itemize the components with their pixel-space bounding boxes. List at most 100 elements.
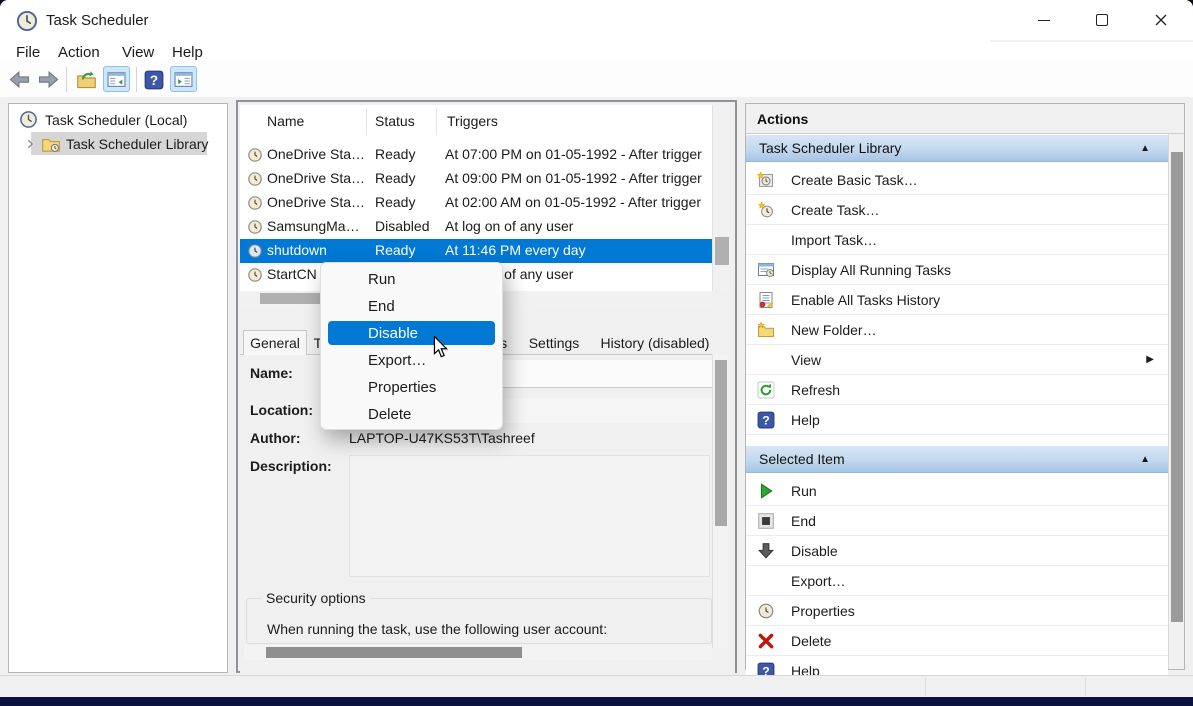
- task-context-menu: Run End Disable Export… Properties Delet…: [320, 262, 503, 430]
- svg-text:?: ?: [762, 413, 770, 427]
- scrollbar-thumb[interactable]: [715, 237, 729, 265]
- section-header-selected-item[interactable]: Selected Item ▲: [746, 446, 1168, 473]
- forward-button[interactable]: [36, 69, 60, 90]
- maximize-button[interactable]: [1079, 0, 1125, 40]
- action-create-task[interactable]: Create Task…: [746, 195, 1168, 225]
- security-options-group: Security options When running the task, …: [246, 598, 712, 644]
- close-icon: [1154, 13, 1168, 27]
- tree-item-root[interactable]: Task Scheduler (Local): [19, 108, 187, 131]
- app-clock-icon: [16, 10, 38, 32]
- toolbar: ?: [0, 63, 1193, 97]
- task-row[interactable]: OneDrive Sta… Ready At 07:00 PM on 01-05…: [240, 143, 712, 167]
- back-button[interactable]: [8, 69, 32, 90]
- tab-general[interactable]: General: [243, 330, 307, 355]
- close-button[interactable]: [1138, 0, 1184, 40]
- chevron-right-icon[interactable]: [23, 137, 37, 151]
- statusbar-separator: [1085, 678, 1086, 696]
- scrollbar-thumb[interactable]: [1171, 152, 1183, 622]
- context-properties[interactable]: Properties: [321, 374, 502, 401]
- context-end[interactable]: End: [321, 293, 502, 320]
- action-view[interactable]: View ▶: [746, 345, 1168, 375]
- properties-clock-icon: [757, 602, 775, 620]
- action-run[interactable]: Run: [746, 476, 1168, 506]
- show-console-tree-button[interactable]: [103, 66, 130, 92]
- task-scheduler-window: Task Scheduler File Action View Help: [0, 0, 1193, 706]
- column-header-name[interactable]: Name: [267, 113, 304, 129]
- action-new-folder[interactable]: New Folder…: [746, 315, 1168, 345]
- menu-action[interactable]: Action: [58, 44, 100, 61]
- description-label: Description:: [250, 458, 332, 474]
- collapse-icon[interactable]: ▲: [1140, 143, 1150, 154]
- scrollbar-thumb[interactable]: [266, 647, 522, 658]
- author-label: Author:: [250, 430, 301, 446]
- menu-view[interactable]: View: [122, 44, 154, 61]
- clock-icon: [247, 267, 263, 283]
- content-area: Task Scheduler (Local) Task Scheduler Li…: [0, 97, 1193, 675]
- context-export[interactable]: Export…: [321, 347, 502, 374]
- action-display-running-tasks[interactable]: Display All Running Tasks: [746, 255, 1168, 285]
- task-row[interactable]: OneDrive Sta… Ready At 09:00 PM on 01-05…: [240, 167, 712, 191]
- action-enable-history[interactable]: Enable All Tasks History: [746, 285, 1168, 315]
- clock-icon: [247, 171, 263, 187]
- window-title: Task Scheduler: [46, 12, 149, 29]
- scrollbar-thumb[interactable]: [715, 360, 727, 526]
- context-run[interactable]: Run: [321, 266, 502, 293]
- task-row[interactable]: SamsungMa… Disabled At log on of any use…: [240, 215, 712, 239]
- action-end[interactable]: End: [746, 506, 1168, 536]
- clock-icon: [19, 110, 38, 129]
- column-header-triggers[interactable]: Triggers: [447, 113, 498, 129]
- action-help[interactable]: ? Help: [746, 405, 1168, 435]
- column-header-status[interactable]: Status: [375, 113, 415, 129]
- column-divider[interactable]: [366, 109, 367, 135]
- display-running-tasks-icon: [757, 261, 775, 279]
- run-icon: [757, 482, 775, 500]
- action-export[interactable]: Export…: [746, 566, 1168, 596]
- export-list-button[interactable]: [74, 68, 99, 92]
- help-icon: ?: [757, 411, 775, 429]
- status-bar: [0, 675, 1193, 697]
- end-icon: [757, 512, 775, 530]
- action-delete[interactable]: Delete: [746, 626, 1168, 656]
- task-list-vertical-scrollbar[interactable]: [712, 105, 730, 291]
- title-bar: Task Scheduler: [0, 0, 1193, 42]
- details-vertical-scrollbar[interactable]: [712, 355, 728, 648]
- export-folder-icon: [76, 70, 97, 90]
- minimize-button[interactable]: [1021, 0, 1067, 40]
- statusbar-separator: [925, 678, 926, 696]
- help-toolbar-button[interactable]: ?: [141, 68, 166, 92]
- task-row-selected[interactable]: shutdown Ready At 11:46 PM every day: [240, 239, 712, 263]
- details-horizontal-scrollbar[interactable]: [244, 645, 712, 660]
- menu-help[interactable]: Help: [172, 44, 203, 61]
- create-task-icon: [757, 201, 775, 219]
- action-import-task[interactable]: Import Task…: [746, 225, 1168, 255]
- action-properties[interactable]: Properties: [746, 596, 1168, 626]
- menu-file[interactable]: File: [16, 44, 40, 61]
- context-delete[interactable]: Delete: [321, 401, 502, 428]
- show-action-pane-button[interactable]: [170, 66, 197, 92]
- actions-pane: Actions Task Scheduler Library ▲ Create …: [745, 103, 1185, 670]
- create-basic-task-icon: [757, 171, 775, 189]
- collapse-icon[interactable]: ▲: [1140, 454, 1150, 465]
- description-textarea[interactable]: [349, 455, 710, 577]
- security-options-title: Security options: [261, 590, 371, 606]
- help-icon: ?: [144, 70, 164, 90]
- forward-arrow-icon: [37, 71, 59, 88]
- column-divider[interactable]: [436, 109, 437, 135]
- tree-item-library[interactable]: Task Scheduler Library: [23, 132, 208, 155]
- action-disable[interactable]: Disable: [746, 536, 1168, 566]
- tab-settings[interactable]: Settings: [521, 332, 587, 354]
- section-header-library[interactable]: Task Scheduler Library ▲: [746, 135, 1168, 162]
- action-create-basic-task[interactable]: Create Basic Task…: [746, 165, 1168, 195]
- actions-vertical-scrollbar[interactable]: [1168, 134, 1184, 669]
- svg-text:?: ?: [149, 73, 157, 88]
- tab-history[interactable]: History (disabled): [591, 332, 719, 354]
- clock-icon: [247, 195, 263, 211]
- tree-root-label: Task Scheduler (Local): [45, 112, 187, 128]
- toolbar-separator: [66, 67, 67, 92]
- library-folder-icon: [41, 135, 61, 153]
- task-row[interactable]: OneDrive Sta… Ready At 02:00 AM on 01-05…: [240, 191, 712, 215]
- clock-icon: [247, 147, 263, 163]
- context-disable[interactable]: Disable: [328, 321, 495, 345]
- tasks-history-icon: [757, 291, 775, 309]
- action-refresh[interactable]: Refresh: [746, 375, 1168, 405]
